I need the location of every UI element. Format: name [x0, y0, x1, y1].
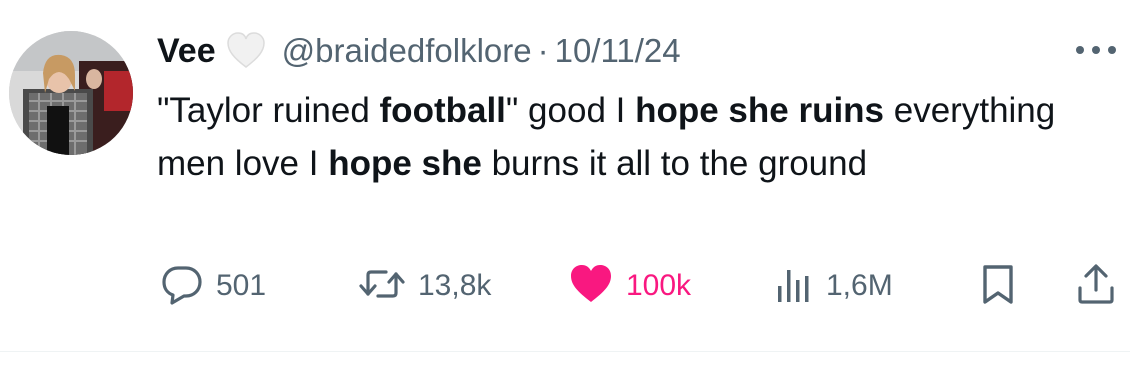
views-count: 1,6M [826, 269, 893, 302]
author-name[interactable]: Vee [157, 32, 216, 71]
retweet-icon [358, 262, 406, 311]
separator-dot: · [537, 32, 549, 69]
text-segment: "Taylor ruined [157, 91, 380, 130]
reply-count: 501 [216, 269, 267, 302]
heart-icon [568, 262, 614, 311]
share-icon [1074, 262, 1118, 311]
action-bar: 501 13,8k 100k 1,6M [160, 262, 1120, 310]
more-options-icon[interactable] [1072, 40, 1120, 60]
text-segment-bold: hope she ruins [635, 91, 885, 130]
views-button[interactable]: 1,6M [774, 262, 893, 310]
tweet-header: Vee @braidedfolklore · 10/11/24 [157, 28, 681, 74]
tweet-divider [0, 351, 1130, 352]
share-button[interactable] [1074, 262, 1118, 310]
text-segment-bold: football [379, 91, 506, 130]
text-segment: " good I [505, 91, 636, 130]
like-button[interactable]: 100k [568, 262, 691, 310]
tweet-text: "Taylor ruined football" good I hope she… [157, 84, 1117, 190]
reply-icon [160, 262, 204, 311]
like-count: 100k [626, 269, 692, 302]
views-icon [774, 262, 814, 311]
text-segment-bold: hope she [328, 144, 482, 183]
retweet-button[interactable]: 13,8k [358, 262, 491, 310]
white-heart-icon [224, 29, 268, 73]
reply-button[interactable]: 501 [160, 262, 266, 310]
avatar[interactable] [9, 31, 133, 155]
author-handle[interactable]: @braidedfolklore [282, 32, 532, 70]
tweet-date[interactable]: 10/11/24 [555, 32, 681, 70]
tweet[interactable]: Vee @braidedfolklore · 10/11/24 "Taylor … [0, 0, 1130, 350]
bookmark-icon [976, 262, 1020, 311]
retweet-count: 13,8k [418, 269, 492, 302]
bookmark-button[interactable] [976, 262, 1020, 310]
text-segment: burns it all to the ground [481, 144, 868, 183]
